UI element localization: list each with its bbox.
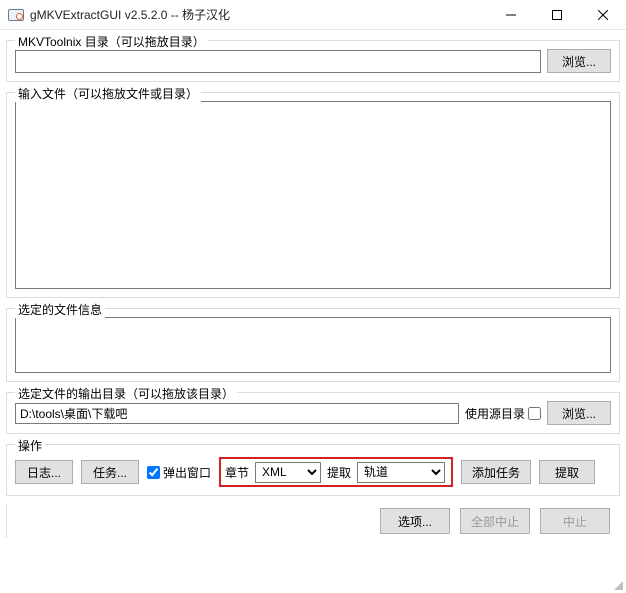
extract-label: 提取 [327, 464, 351, 481]
popup-checkbox-label[interactable]: 弹出窗口 [147, 464, 211, 481]
extract-mode-select[interactable]: 轨道 [357, 462, 445, 483]
close-button[interactable] [580, 0, 626, 29]
mkvtoolnix-browse-button[interactable]: 浏览... [547, 49, 611, 73]
input-files-list[interactable] [15, 101, 611, 289]
extract-button[interactable]: 提取 [539, 460, 595, 484]
mkvtoolnix-dir-group: MKVToolnix 目录（可以拖放目录） 浏览... [6, 40, 620, 82]
bottom-strip: 选项... 全部中止 中止 [6, 504, 620, 538]
title-bar: gMKVExtractGUI v2.5.2.0 -- 杨子汉化 [0, 0, 626, 30]
use-source-dir-text: 使用源目录 [465, 405, 525, 422]
options-button[interactable]: 选项... [380, 508, 450, 534]
minimize-button[interactable] [488, 0, 534, 29]
maximize-button[interactable] [534, 0, 580, 29]
selected-file-info-box[interactable] [15, 317, 611, 373]
actions-legend: 操作 [15, 437, 45, 454]
output-dir-legend: 选定文件的输出目录（可以拖放该目录） [15, 385, 237, 402]
abort-button[interactable]: 中止 [540, 508, 610, 534]
app-icon [8, 7, 24, 23]
output-path-input[interactable] [15, 403, 459, 424]
window-title: gMKVExtractGUI v2.5.2.0 -- 杨子汉化 [30, 6, 488, 23]
input-files-legend: 输入文件（可以拖放文件或目录） [15, 85, 201, 102]
popup-checkbox-text: 弹出窗口 [163, 464, 211, 481]
use-source-dir-checkbox[interactable] [528, 407, 541, 420]
selected-file-info-group: 选定的文件信息 [6, 308, 620, 382]
popup-checkbox[interactable] [147, 466, 160, 479]
resize-grip-icon[interactable] [610, 577, 624, 591]
log-button[interactable]: 日志... [15, 460, 73, 484]
chapter-label: 章节 [225, 464, 249, 481]
use-source-dir-checkbox-label[interactable]: 使用源目录 [465, 405, 541, 422]
add-task-button[interactable]: 添加任务 [461, 460, 531, 484]
input-files-group: 输入文件（可以拖放文件或目录） [6, 92, 620, 298]
highlighted-area: 章节 XML 提取 轨道 [219, 457, 453, 487]
output-dir-group: 选定文件的输出目录（可以拖放该目录） 使用源目录 浏览... [6, 392, 620, 434]
actions-group: 操作 日志... 任务... 弹出窗口 章节 XML 提取 轨道 添加任务 提取 [6, 444, 620, 496]
chapter-format-select[interactable]: XML [255, 462, 321, 483]
selected-file-info-legend: 选定的文件信息 [15, 301, 105, 318]
output-browse-button[interactable]: 浏览... [547, 401, 611, 425]
mkvtoolnix-legend: MKVToolnix 目录（可以拖放目录） [15, 33, 208, 50]
tasks-button[interactable]: 任务... [81, 460, 139, 484]
abort-all-button[interactable]: 全部中止 [460, 508, 530, 534]
mkvtoolnix-path-input[interactable] [15, 50, 541, 73]
